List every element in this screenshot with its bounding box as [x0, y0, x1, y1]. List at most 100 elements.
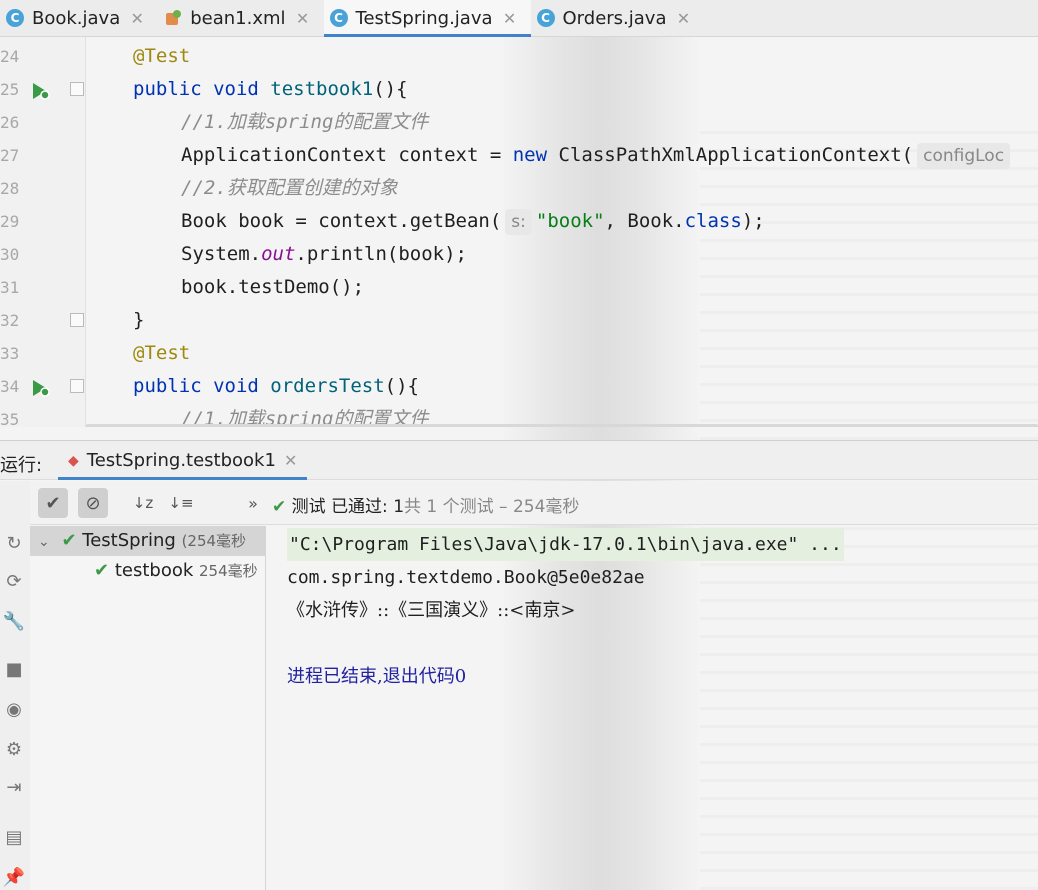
parameter-hint: configLoc [917, 143, 1011, 169]
code-text: ); [741, 210, 765, 232]
check-icon: ✔ [61, 530, 77, 551]
gear-icon[interactable]: ⚙ [2, 737, 26, 761]
status-prefix: 测试 [291, 497, 326, 517]
console-line: 《水浒传》::《三国演义》::<南京> [287, 600, 576, 621]
run-tab-testspring[interactable]: ◆ TestSpring.testbook1 ✕ [58, 441, 308, 480]
code-text: .println(book); [295, 243, 467, 265]
tab-label: Orders.java [562, 7, 667, 29]
tree-item-label: TestSpring [82, 530, 176, 551]
code-line: 27 ApplicationContext context = new Clas… [0, 139, 1038, 172]
code-text: (){ [384, 375, 419, 397]
tree-item-label: testbook [114, 560, 194, 581]
code-text: ClassPathXmlApplicationContext( [547, 144, 914, 166]
code-text: book.testDemo(); [181, 276, 365, 298]
method-name: testbook1 [270, 78, 374, 100]
tab-orders-java[interactable]: C Orders.java ✕ [531, 0, 705, 36]
tab-label: TestSpring.java [355, 7, 493, 29]
keyword: public void [133, 78, 271, 100]
run-tab-label: TestSpring.testbook1 [86, 450, 276, 471]
line-number: 27 [0, 146, 20, 165]
sort-duration-button[interactable]: ↓≡ [166, 488, 196, 518]
test-status: ✔ 测试 已通过: 1共 1 个测试 – 254毫秒 [272, 492, 579, 517]
stop-icon[interactable]: ■ [2, 657, 26, 681]
comment: //1.加载spring的配置文件 [181, 111, 429, 133]
close-icon[interactable]: ✕ [284, 451, 297, 470]
toggle-auto-test-icon[interactable]: ⟳ [2, 569, 26, 593]
close-icon[interactable]: ✕ [501, 9, 519, 28]
close-icon[interactable]: ✕ [294, 9, 312, 28]
chevron-down-icon: ⌄ [38, 534, 50, 550]
xml-icon [164, 9, 182, 27]
method-name: ordersTest [270, 375, 385, 397]
layout-icon[interactable]: ▤ [2, 825, 26, 849]
close-icon[interactable]: ✕ [128, 9, 146, 28]
tab-book-java[interactable]: C Book.java ✕ [0, 0, 158, 36]
sort-alpha-icon: ↓z [132, 494, 154, 512]
horizontal-scrollbar[interactable] [86, 424, 1038, 427]
console-line: com.spring.textdemo.Book@5e0e82ae [287, 567, 645, 588]
status-rest: 共 1 个测试 – 254毫秒 [404, 497, 580, 517]
show-ignored-button[interactable]: ⊘ [78, 488, 108, 518]
run-tool-window-header: 运行: ◆ TestSpring.testbook1 ✕ [0, 440, 1038, 480]
tab-label: bean1.xml [190, 7, 286, 29]
code-line: 32 } [0, 304, 1038, 337]
class-icon: C [329, 9, 348, 27]
code-text: Book book = context.getBean( [181, 210, 502, 232]
rerun-failed-icon[interactable]: ↻ [2, 531, 26, 555]
camera-icon[interactable]: ◉ [2, 697, 26, 721]
wrench-icon[interactable]: 🔧 [2, 609, 26, 633]
run-test-icon[interactable] [30, 79, 50, 100]
check-icon: ✔ [94, 560, 110, 581]
code-line: 29 Book book = context.getBean(s: "book",… [0, 205, 1038, 238]
status-passed: 已通过: 1 [331, 497, 405, 517]
console-output[interactable]: "C:\Program Files\Java\jdk-17.0.1\bin\ja… [267, 526, 1038, 890]
pin-icon[interactable]: 📌 [2, 865, 26, 889]
fold-icon[interactable] [70, 379, 84, 393]
fold-icon[interactable] [70, 82, 84, 96]
fold-icon[interactable] [70, 313, 84, 327]
string-literal: "book" [535, 210, 605, 232]
keyword: class [684, 210, 742, 232]
sort-alpha-button[interactable]: ↓z [128, 488, 158, 518]
code-line: 26 //1.加载spring的配置文件 [0, 106, 1038, 139]
exit-icon[interactable]: ⇥ [2, 775, 26, 799]
code-line: 25 public void testbook1(){ [0, 73, 1038, 106]
chevron-right-icon: » [248, 493, 258, 513]
line-number: 30 [0, 245, 20, 264]
tab-bean1-xml[interactable]: bean1.xml ✕ [158, 0, 323, 36]
comment: //2.获取配置创建的对象 [181, 177, 398, 199]
line-number: 33 [0, 344, 20, 363]
line-number: 34 [0, 377, 20, 396]
test-results-tree: ⌄ ✔ TestSpring (254毫秒 ✔ testbook 254毫秒 [30, 526, 266, 890]
code-line: 30 System.out.println(book); [0, 238, 1038, 271]
tree-item-testbook[interactable]: ✔ testbook 254毫秒 [94, 556, 258, 586]
more-button[interactable]: » [238, 488, 268, 518]
run-test-icon[interactable] [30, 376, 50, 397]
show-passed-button[interactable]: ✔ [38, 488, 68, 518]
check-icon: ✔ [272, 497, 287, 517]
class-icon: C [536, 9, 555, 27]
tree-item-time: (254毫秒 [181, 532, 247, 550]
tree-item-time: 254毫秒 [199, 562, 258, 580]
close-icon[interactable]: ✕ [674, 9, 692, 28]
code-text: (){ [373, 78, 408, 100]
tab-testspring-java[interactable]: C TestSpring.java ✕ [323, 0, 531, 37]
code-editor[interactable]: 24 @Test 25 public void testbook1(){ 26 … [0, 37, 1038, 427]
code-line: 34 public void ordersTest(){ [0, 370, 1038, 403]
parameter-hint: s: [505, 209, 532, 235]
tree-item-testspring[interactable]: ⌄ ✔ TestSpring (254毫秒 [30, 526, 266, 556]
test-config-icon: ◆ [68, 452, 79, 469]
code-line: 31 book.testDemo(); [0, 271, 1038, 304]
ignored-icon: ⊘ [85, 492, 101, 514]
keyword: public void [133, 375, 271, 397]
check-icon: ✔ [45, 492, 61, 514]
code-line: 28 //2.获取配置创建的对象 [0, 172, 1038, 205]
line-number: 26 [0, 113, 20, 132]
line-number: 25 [0, 80, 20, 99]
annotation: @Test [133, 342, 191, 364]
line-number: 35 [0, 410, 20, 427]
code-text: } [133, 309, 145, 331]
run-side-toolbar: ↻ ⟳ 🔧 ■ ◉ ⚙ ⇥ ▤ 📌 [0, 481, 30, 890]
run-toolbar: ✔ ⊘ ↓z ↓≡ » ✔ 测试 已通过: 1共 1 个测试 – 254毫秒 [0, 481, 1038, 525]
console-line-command: "C:\Program Files\Java\jdk-17.0.1\bin\ja… [287, 528, 844, 561]
